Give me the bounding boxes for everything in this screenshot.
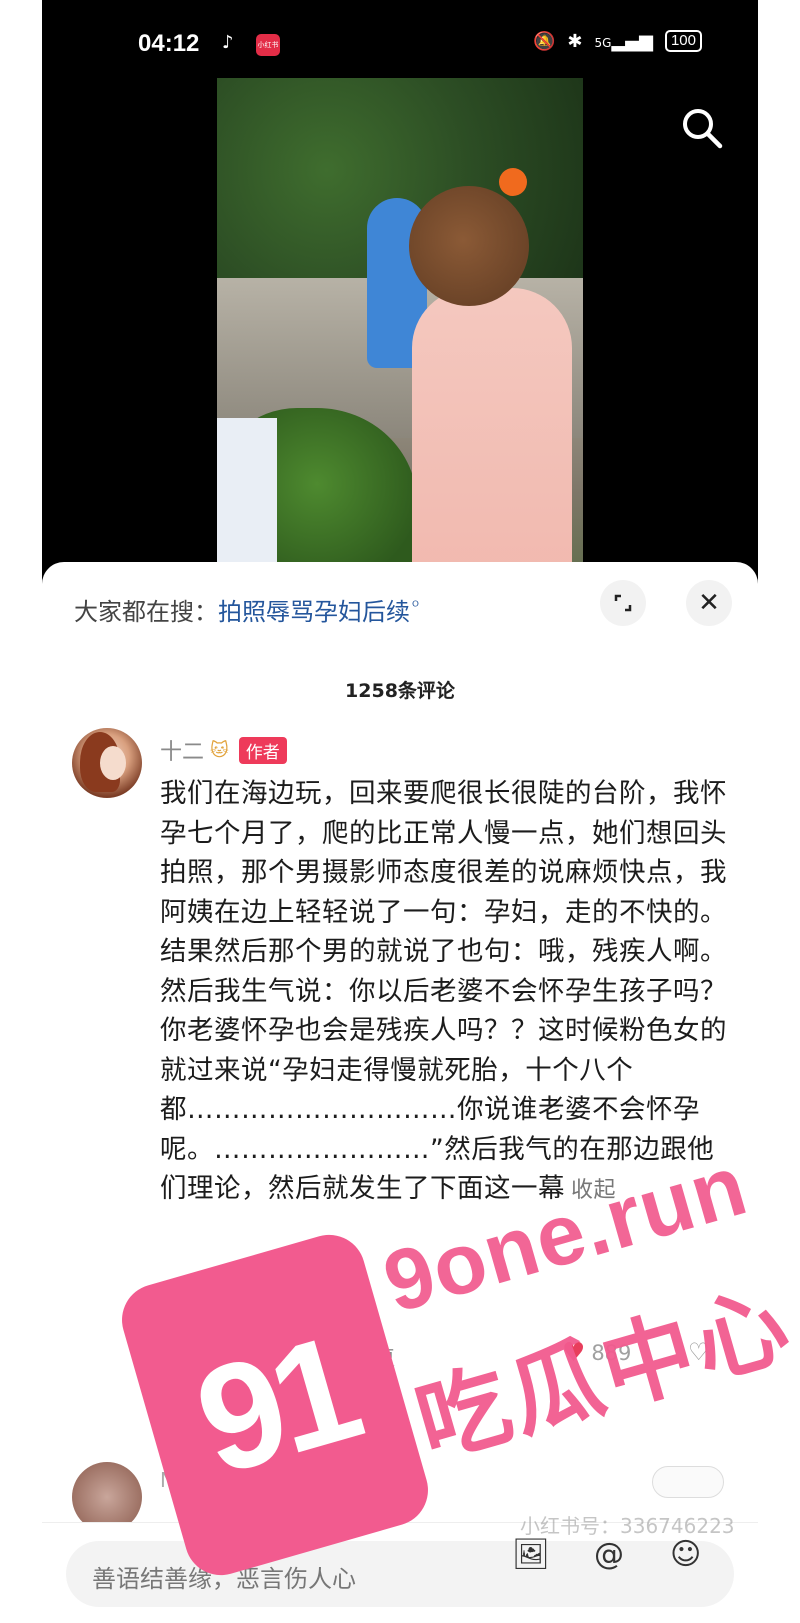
like-button[interactable]: ♥ 889 [562, 1338, 631, 1368]
frame-right [758, 0, 800, 1623]
bluetooth-icon: ✱ [567, 30, 583, 52]
cat-emoji-icon: 🐱 [210, 739, 229, 761]
search-small-icon: ᴼ [412, 599, 419, 615]
video-person-pink-dress [412, 288, 572, 598]
avatar[interactable] [72, 728, 142, 798]
xiaohongshu-badge: 小红书 [256, 34, 280, 56]
video-frame [217, 78, 583, 598]
next-username[interactable]: NA~Zi [160, 1468, 225, 1492]
signal-5g-icon: 5G▂▄▆ [594, 30, 653, 52]
hot-search-term[interactable]: 拍照辱骂孕妇后续 [218, 598, 410, 626]
comment-header: 十二 🐱 作者 [160, 734, 287, 766]
divider-line [172, 1414, 206, 1416]
search-icon[interactable] [680, 106, 724, 150]
author-badge: 作者 [238, 736, 287, 764]
expand-sheet-button[interactable] [600, 580, 646, 626]
orange-sticker [499, 168, 527, 196]
status-bar: 04:12 ♪ 小红书 🔕 ✱ 5G▂▄▆ 100 [42, 0, 758, 78]
frame-left [0, 0, 42, 1623]
status-time: 04:12 [138, 30, 200, 57]
hot-search-prefix: 大家都在搜： [74, 598, 218, 626]
mute-icon: 🔕 [532, 30, 556, 52]
expand-replies-label: 展开44条回复 [214, 1404, 346, 1428]
tiktok-icon: ♪ [222, 32, 234, 53]
comment-meta: 昨天22:12 · 山东 回复 [160, 1342, 395, 1372]
dislike-icon[interactable]: ♡ [688, 1338, 710, 1366]
expand-replies-button[interactable]: 展开44条回复 ⌄ [172, 1400, 371, 1430]
heart-icon: ♥ [562, 1338, 586, 1368]
capybara-sticker [409, 186, 529, 306]
comment-input-placeholder: 善语结善缘，恶言伤人心 [92, 1565, 356, 1593]
close-icon: ✕ [698, 588, 720, 618]
comment-count: 1258条评论 [345, 680, 455, 702]
comment-input[interactable]: 善语结善缘，恶言伤人心 [66, 1541, 734, 1607]
at-icon[interactable]: @ [594, 1537, 624, 1572]
battery-indicator: 100 [664, 30, 702, 52]
chevron-down-icon: ⌄ [353, 1403, 372, 1427]
comment-content: 我们在海边玩，回来要爬很长很陡的台阶，我怀孕七个月了，爬的比正常人慢一点，她们想… [160, 778, 727, 1204]
hot-search-bar[interactable]: 大家都在搜：拍照辱骂孕妇后续 ᴼ [74, 592, 419, 627]
like-count: 889 [591, 1341, 632, 1365]
close-button[interactable]: ✕ [686, 580, 732, 626]
avatar-face [100, 746, 126, 780]
video-player[interactable] [42, 78, 758, 598]
username[interactable]: 十二 [160, 734, 204, 766]
image-icon[interactable]: 🖼 [512, 1537, 550, 1572]
emoji-icon[interactable]: ☺ [670, 1537, 701, 1572]
meta-dot: · [276, 1345, 284, 1369]
reply-button[interactable]: 回复 [353, 1342, 395, 1372]
follow-pill[interactable] [652, 1466, 724, 1498]
comment-location: 山东 [297, 1346, 340, 1370]
network-label: 5G [594, 35, 612, 50]
comment-text[interactable]: 我们在海边玩，回来要爬很长很陡的台阶，我怀孕七个月了，爬的比正常人慢一点，她们想… [160, 774, 730, 1211]
comment-time: 昨天22:12 [160, 1346, 263, 1370]
phone-screen: 04:12 ♪ 小红书 🔕 ✱ 5G▂▄▆ 100 大家都在搜：拍照辱骂孕妇后续… [42, 0, 758, 1623]
comment-input-bar: 善语结善缘，恶言伤人心 🖼 @ ☺ [42, 1522, 758, 1623]
expand-icon [614, 594, 632, 612]
collapse-link[interactable]: 收起 [571, 1178, 616, 1203]
pinned-tag: 置顶 [160, 1292, 206, 1321]
status-icons: 🔕 ✱ 5G▂▄▆ 100 [533, 30, 702, 52]
comment-sheet: 大家都在搜：拍照辱骂孕妇后续 ᴼ ✕ 1258条评论 十二 🐱 作者 我们在海边玩… [42, 562, 758, 1623]
